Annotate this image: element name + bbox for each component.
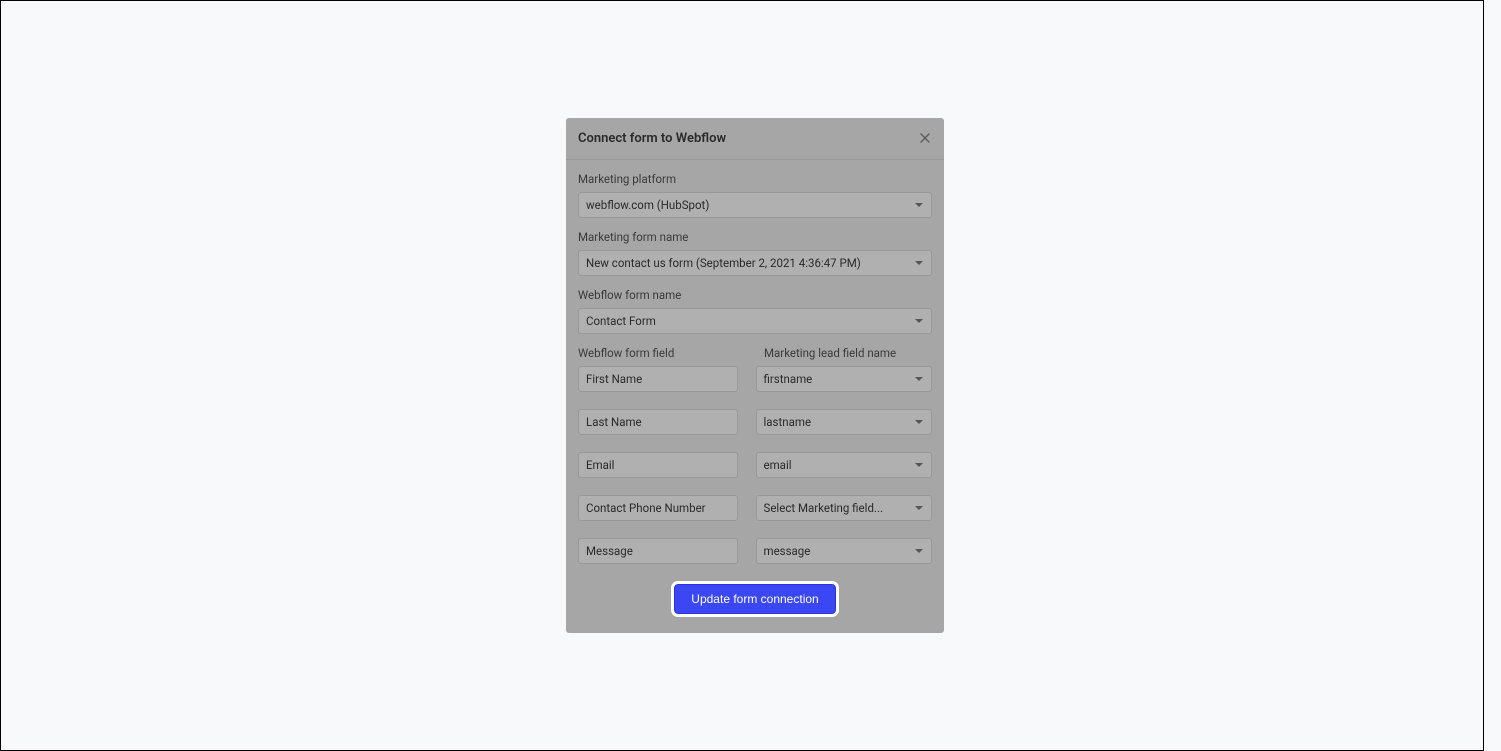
marketing-field-select[interactable]: message <box>756 538 933 564</box>
marketing-field-value: lastname <box>764 415 812 429</box>
marketing-platform-select[interactable]: webflow.com (HubSpot) <box>578 192 932 218</box>
marketing-field-value: email <box>764 458 792 472</box>
webflow-field-value: Last Name <box>578 409 738 435</box>
close-icon <box>920 131 930 146</box>
chevron-down-icon <box>915 377 923 381</box>
modal-title: Connect form to Webflow <box>578 131 726 146</box>
marketing-field-select[interactable]: lastname <box>756 409 933 435</box>
modal-footer: Update form connection <box>578 564 932 633</box>
chevron-down-icon <box>915 261 923 265</box>
modal-body: Marketing platform webflow.com (HubSpot)… <box>566 160 944 633</box>
marketing-platform-label: Marketing platform <box>578 172 932 186</box>
mapping-row: Message message <box>578 538 932 564</box>
update-form-connection-button[interactable]: Update form connection <box>674 584 835 614</box>
marketing-field-value: firstname <box>764 372 813 386</box>
chevron-down-icon <box>915 420 923 424</box>
webflow-form-name-group: Webflow form name Contact Form <box>578 288 932 334</box>
marketing-form-name-group: Marketing form name New contact us form … <box>578 230 932 276</box>
webflow-field-header: Webflow form field <box>578 346 746 360</box>
marketing-field-value: message <box>764 544 811 558</box>
webflow-form-name-value: Contact Form <box>586 314 656 328</box>
chevron-down-icon <box>915 463 923 467</box>
marketing-field-header: Marketing lead field name <box>764 346 932 360</box>
webflow-field-value: Contact Phone Number <box>578 495 738 521</box>
marketing-field-select[interactable]: email <box>756 452 933 478</box>
connect-form-modal: Connect form to Webflow Marketing platfo… <box>566 118 944 633</box>
webflow-form-name-select[interactable]: Contact Form <box>578 308 932 334</box>
mapping-row: Contact Phone Number Select Marketing fi… <box>578 495 932 521</box>
marketing-field-select[interactable]: Select Marketing field... <box>756 495 933 521</box>
marketing-platform-group: Marketing platform webflow.com (HubSpot) <box>578 172 932 218</box>
chevron-down-icon <box>915 506 923 510</box>
mapping-row: Last Name lastname <box>578 409 932 435</box>
marketing-platform-value: webflow.com (HubSpot) <box>586 198 709 212</box>
chevron-down-icon <box>915 319 923 323</box>
mapping-row: First Name firstname <box>578 366 932 392</box>
marketing-form-name-value: New contact us form (September 2, 2021 4… <box>586 256 861 270</box>
webflow-field-value: Message <box>578 538 738 564</box>
close-button[interactable] <box>918 129 932 148</box>
modal-header: Connect form to Webflow <box>566 118 944 160</box>
webflow-form-name-label: Webflow form name <box>578 288 932 302</box>
webflow-field-value: First Name <box>578 366 738 392</box>
webflow-field-value: Email <box>578 452 738 478</box>
page-container: Connect form to Webflow Marketing platfo… <box>0 0 1484 751</box>
chevron-down-icon <box>915 203 923 207</box>
chevron-down-icon <box>915 549 923 553</box>
marketing-form-name-label: Marketing form name <box>578 230 932 244</box>
mapping-row: Email email <box>578 452 932 478</box>
marketing-field-select[interactable]: firstname <box>756 366 933 392</box>
marketing-form-name-select[interactable]: New contact us form (September 2, 2021 4… <box>578 250 932 276</box>
marketing-field-value: Select Marketing field... <box>764 501 884 515</box>
mapping-headers: Webflow form field Marketing lead field … <box>578 346 932 360</box>
field-mapping-section: Webflow form field Marketing lead field … <box>578 346 932 564</box>
